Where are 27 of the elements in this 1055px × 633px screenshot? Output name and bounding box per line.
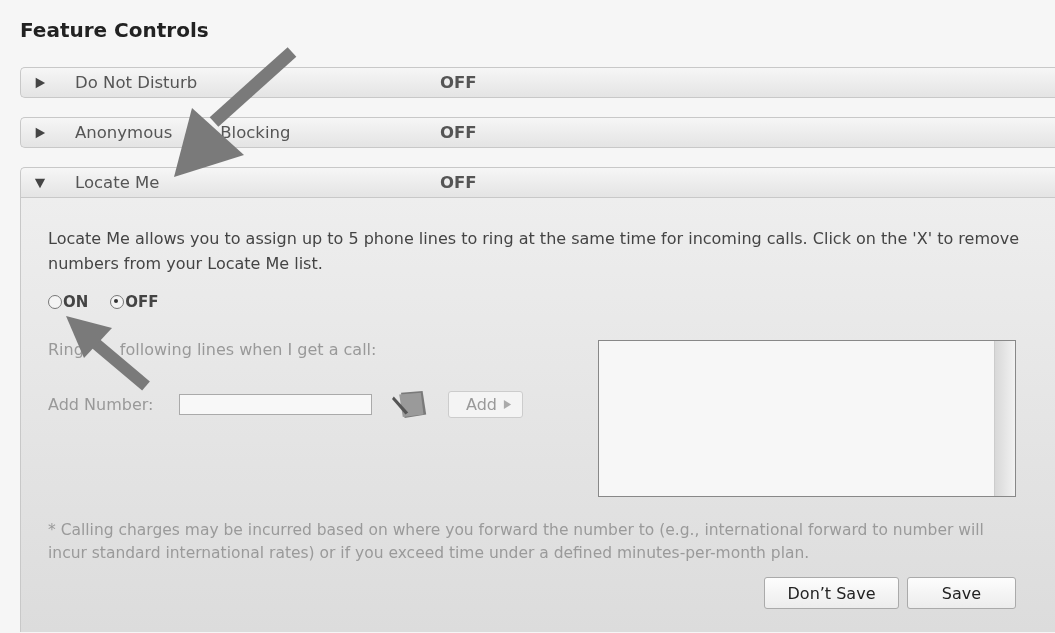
feature-row[interactable]: Anonymous Blocking OFF <box>20 117 1055 148</box>
feature-label: Blocking <box>220 123 291 142</box>
feature-row[interactable]: Do Not Disturb OFF <box>20 67 1055 98</box>
feature-label: Anonymous <box>75 123 173 142</box>
add-number-label: Add Number: <box>48 395 155 414</box>
feature-status: OFF <box>440 123 477 142</box>
feature-row[interactable]: Locate Me OFF <box>20 167 1055 198</box>
footnote-text: * Calling charges may be incurred based on where you forward the number to (e.g., international forward to number will incur standard international rates) or if you exceed time under a defined minutes-per-month plan. <box>48 520 985 564</box>
page-title: Feature Controls <box>20 17 210 44</box>
radio-button[interactable] <box>48 295 62 309</box>
ring-label: following lines when I get a call: <box>119 340 377 359</box>
radio-label: ON <box>63 293 89 311</box>
radio-label: OFF <box>125 293 159 311</box>
notebook-icon[interactable] <box>392 389 428 420</box>
feature-status: OFF <box>440 173 477 192</box>
radio-button[interactable] <box>110 295 125 309</box>
number-input-field[interactable] <box>179 394 372 415</box>
feature-status: OFF <box>440 73 477 92</box>
save-button[interactable]: Save <box>907 577 1016 609</box>
feature-label: Do Not Disturb <box>75 73 198 92</box>
description-text: Locate Me allows you to assign up to 5 phone lines to ring at the same time for incoming calls. Click on the 'X' to remove numbers from your Locate Me list. <box>48 228 1021 275</box>
expand-icon <box>34 76 46 89</box>
feature-label: Locate Me <box>75 173 160 192</box>
play-icon <box>503 399 512 410</box>
expand-icon <box>34 176 46 189</box>
expand-icon <box>34 126 46 139</box>
dont-save-button[interactable]: Don’t Save <box>764 577 899 609</box>
